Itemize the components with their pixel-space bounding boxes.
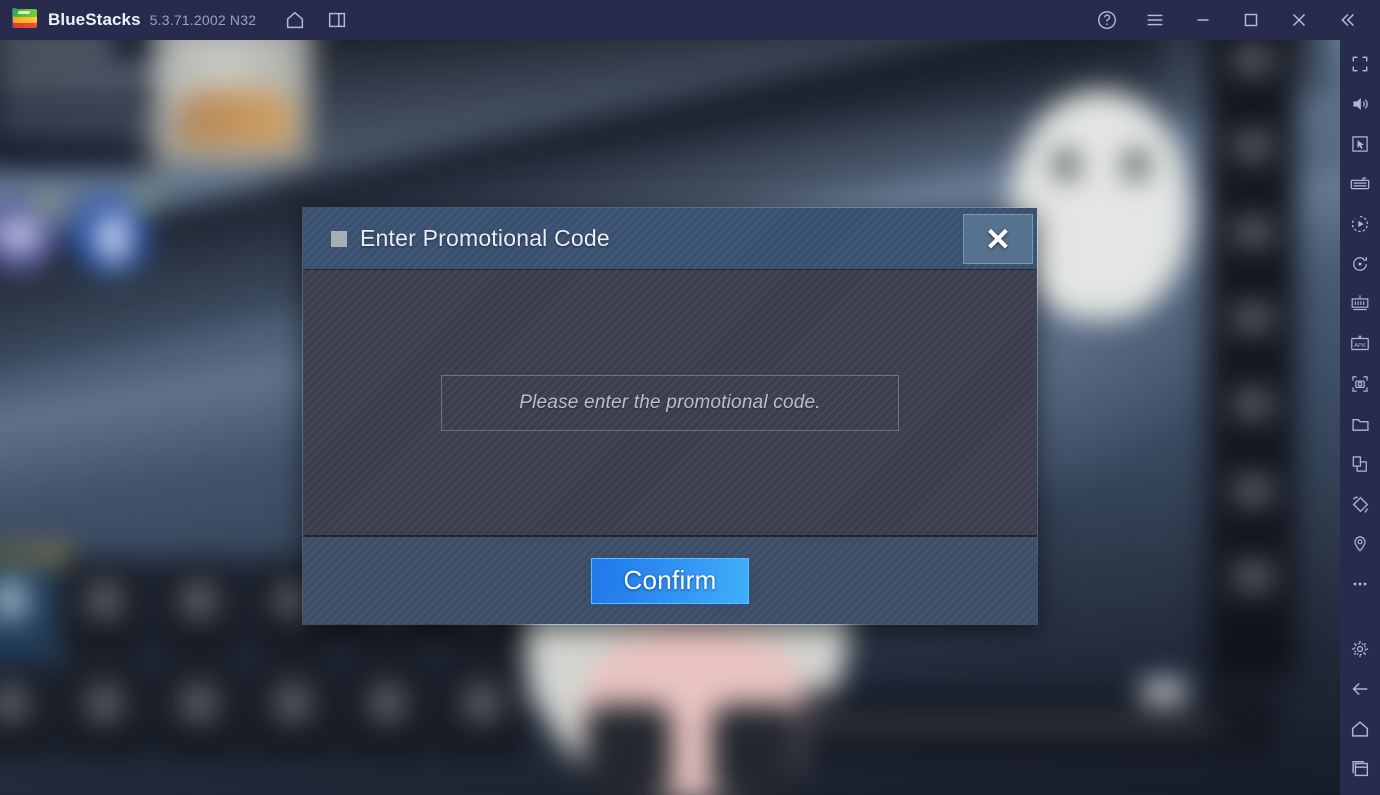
bluestacks-sidebar: APK: [1340, 40, 1380, 795]
dialog-title: Enter Promotional Code: [360, 225, 610, 251]
settings-gear-icon[interactable]: [1340, 629, 1380, 669]
location-pin-icon[interactable]: [1340, 524, 1380, 564]
promo-code-input[interactable]: Please enter the promotional code.: [441, 374, 899, 431]
promotional-code-dialog: Enter Promotional Code ✕ Please enter th…: [302, 207, 1038, 625]
media-folder-icon[interactable]: [1340, 404, 1380, 444]
keyboard-icon[interactable]: [1340, 164, 1380, 204]
dialog-header: Enter Promotional Code ✕: [303, 208, 1037, 270]
rotate-icon[interactable]: [1340, 244, 1380, 284]
cursor-icon[interactable]: [1340, 124, 1380, 164]
confirm-button-label: Confirm: [623, 565, 717, 595]
record-play-icon[interactable]: [1340, 204, 1380, 244]
window-titlebar: BlueStacks 5.3.71.2002 N32: [0, 0, 1380, 40]
fullscreen-icon[interactable]: [1340, 44, 1380, 84]
dialog-footer: Confirm: [303, 537, 1037, 624]
copy-paste-icon[interactable]: [1340, 444, 1380, 484]
back-arrow-icon[interactable]: [1340, 669, 1380, 709]
minimize-icon[interactable]: [1186, 3, 1220, 37]
title-bullet-icon: [331, 230, 347, 247]
collapse-icon[interactable]: [1330, 3, 1364, 37]
dialog-close-button[interactable]: ✕: [963, 214, 1033, 264]
more-options-icon[interactable]: [1340, 564, 1380, 604]
svg-text:APK: APK: [1354, 343, 1366, 349]
promo-code-placeholder: Please enter the promotional code.: [519, 391, 821, 413]
menu-icon[interactable]: [1138, 3, 1172, 37]
help-icon[interactable]: [1090, 3, 1124, 37]
titlebar-right-actions: [1090, 3, 1364, 37]
bluestacks-window: BlueStacks 5.3.71.2002 N32 Enter Promoti…: [0, 0, 1380, 795]
app-title: BlueStacks: [48, 10, 141, 29]
shake-icon[interactable]: [1340, 484, 1380, 524]
volume-icon[interactable]: [1340, 84, 1380, 124]
screenshot-icon[interactable]: [1340, 364, 1380, 404]
titlebar-left-actions: [278, 3, 354, 37]
app-version: 5.3.71.2002 N32: [149, 12, 257, 28]
multi-instance-icon[interactable]: [320, 3, 354, 37]
maximize-icon[interactable]: [1234, 3, 1268, 37]
home-icon[interactable]: [278, 3, 312, 37]
multi-instance-sync-icon[interactable]: [1340, 284, 1380, 324]
dialog-body: Please enter the promotional code.: [303, 270, 1037, 537]
install-apk-icon[interactable]: APK: [1340, 324, 1380, 364]
close-x-icon: ✕: [985, 221, 1011, 257]
bluestacks-logo-icon: [12, 7, 38, 33]
confirm-button[interactable]: Confirm: [591, 557, 749, 604]
android-home-icon[interactable]: [1340, 709, 1380, 749]
close-icon[interactable]: [1282, 3, 1316, 37]
recent-apps-icon[interactable]: [1340, 749, 1380, 789]
